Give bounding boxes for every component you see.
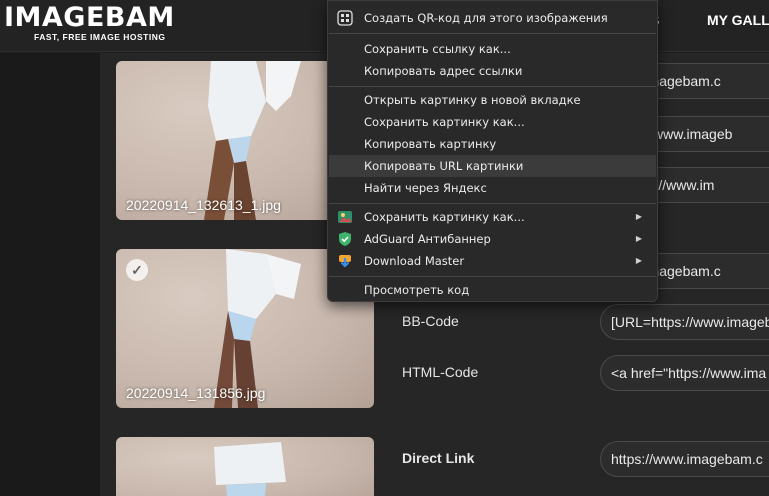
menu-item-label: AdGuard Антибаннер: [364, 232, 491, 246]
menu-item-label: Найти через Яндекс: [364, 181, 487, 195]
menu-item-label: Сохранить картинку как...: [364, 115, 525, 129]
menu-separator: [329, 276, 656, 277]
image-filename: 20220914_131856.jpg: [126, 385, 266, 401]
menu-item-copy-link[interactable]: Копировать адрес ссылки: [329, 60, 656, 82]
menu-item-label: Копировать URL картинки: [364, 159, 524, 173]
photo-figure: [214, 442, 286, 496]
menu-item-label: Открыть картинку в новой вкладке: [364, 93, 581, 107]
bbcode-field[interactable]: [URL=https://www.imageb: [600, 304, 769, 340]
menu-separator: [329, 86, 656, 87]
logo-tagline: FAST, FREE IMAGE HOSTING: [34, 32, 166, 42]
menu-item-view-source[interactable]: Просмотреть код: [329, 279, 656, 301]
menu-item-label: Download Master: [364, 254, 465, 268]
left-rail: [0, 53, 100, 496]
menu-separator: [329, 203, 656, 204]
menu-item-create-qr[interactable]: Создать QR-код для этого изображения: [329, 7, 656, 29]
submenu-arrow-icon: ▶: [635, 234, 642, 243]
imagebam-logo[interactable]: IMAGEBAM FAST, FREE IMAGE HOSTING: [4, 2, 175, 42]
nav-item-my-gallery[interactable]: MY GALLE: [707, 12, 769, 28]
image-filename: 20220914_132613_1.jpg: [126, 197, 281, 213]
menu-item-save-link[interactable]: Сохранить ссылку как...: [329, 38, 656, 60]
submenu-arrow-icon: ▶: [635, 212, 642, 221]
menu-item-adguard[interactable]: AdGuard Антибаннер ▶: [329, 228, 656, 250]
menu-item-ext-save-image[interactable]: Сохранить картинку как... ▶: [329, 206, 656, 228]
context-menu: Создать QR-код для этого изображения Сох…: [327, 0, 658, 302]
direct-link-label: Direct Link: [402, 450, 475, 466]
adguard-shield-icon: [339, 232, 351, 246]
qr-code-icon: [337, 10, 353, 26]
submenu-arrow-icon: ▶: [635, 256, 642, 265]
menu-item-download-master[interactable]: Download Master ▶: [329, 250, 656, 272]
image-thumbnail[interactable]: [116, 437, 374, 496]
menu-item-label: Сохранить ссылку как...: [364, 42, 511, 56]
bbcode-label: BB-Code: [402, 313, 459, 329]
menu-item-copy-image-url[interactable]: Копировать URL картинки: [329, 155, 656, 177]
logo-text: IMAGEBAM: [4, 2, 175, 33]
menu-item-label: Копировать картинку: [364, 137, 497, 151]
html-code-label: HTML-Code: [402, 364, 479, 380]
selected-check-icon[interactable]: ✓: [126, 259, 148, 281]
menu-item-label: Просмотреть код: [364, 283, 470, 297]
menu-item-label: Копировать адрес ссылки: [364, 64, 523, 78]
menu-item-search-yandex[interactable]: Найти через Яндекс: [329, 177, 656, 199]
menu-separator: [329, 33, 656, 34]
menu-item-copy-image[interactable]: Копировать картинку: [329, 133, 656, 155]
image-save-icon: [338, 211, 352, 223]
menu-item-open-image-new-tab[interactable]: Открыть картинку в новой вкладке: [329, 89, 656, 111]
menu-item-save-image[interactable]: Сохранить картинку как...: [329, 111, 656, 133]
html-code-field[interactable]: <a href="https://www.ima: [600, 355, 769, 391]
download-master-icon: [339, 255, 351, 268]
direct-link-field[interactable]: https://www.imagebam.c: [600, 441, 769, 477]
menu-item-label: Сохранить картинку как...: [364, 210, 525, 224]
menu-item-label: Создать QR-код для этого изображения: [364, 11, 608, 25]
